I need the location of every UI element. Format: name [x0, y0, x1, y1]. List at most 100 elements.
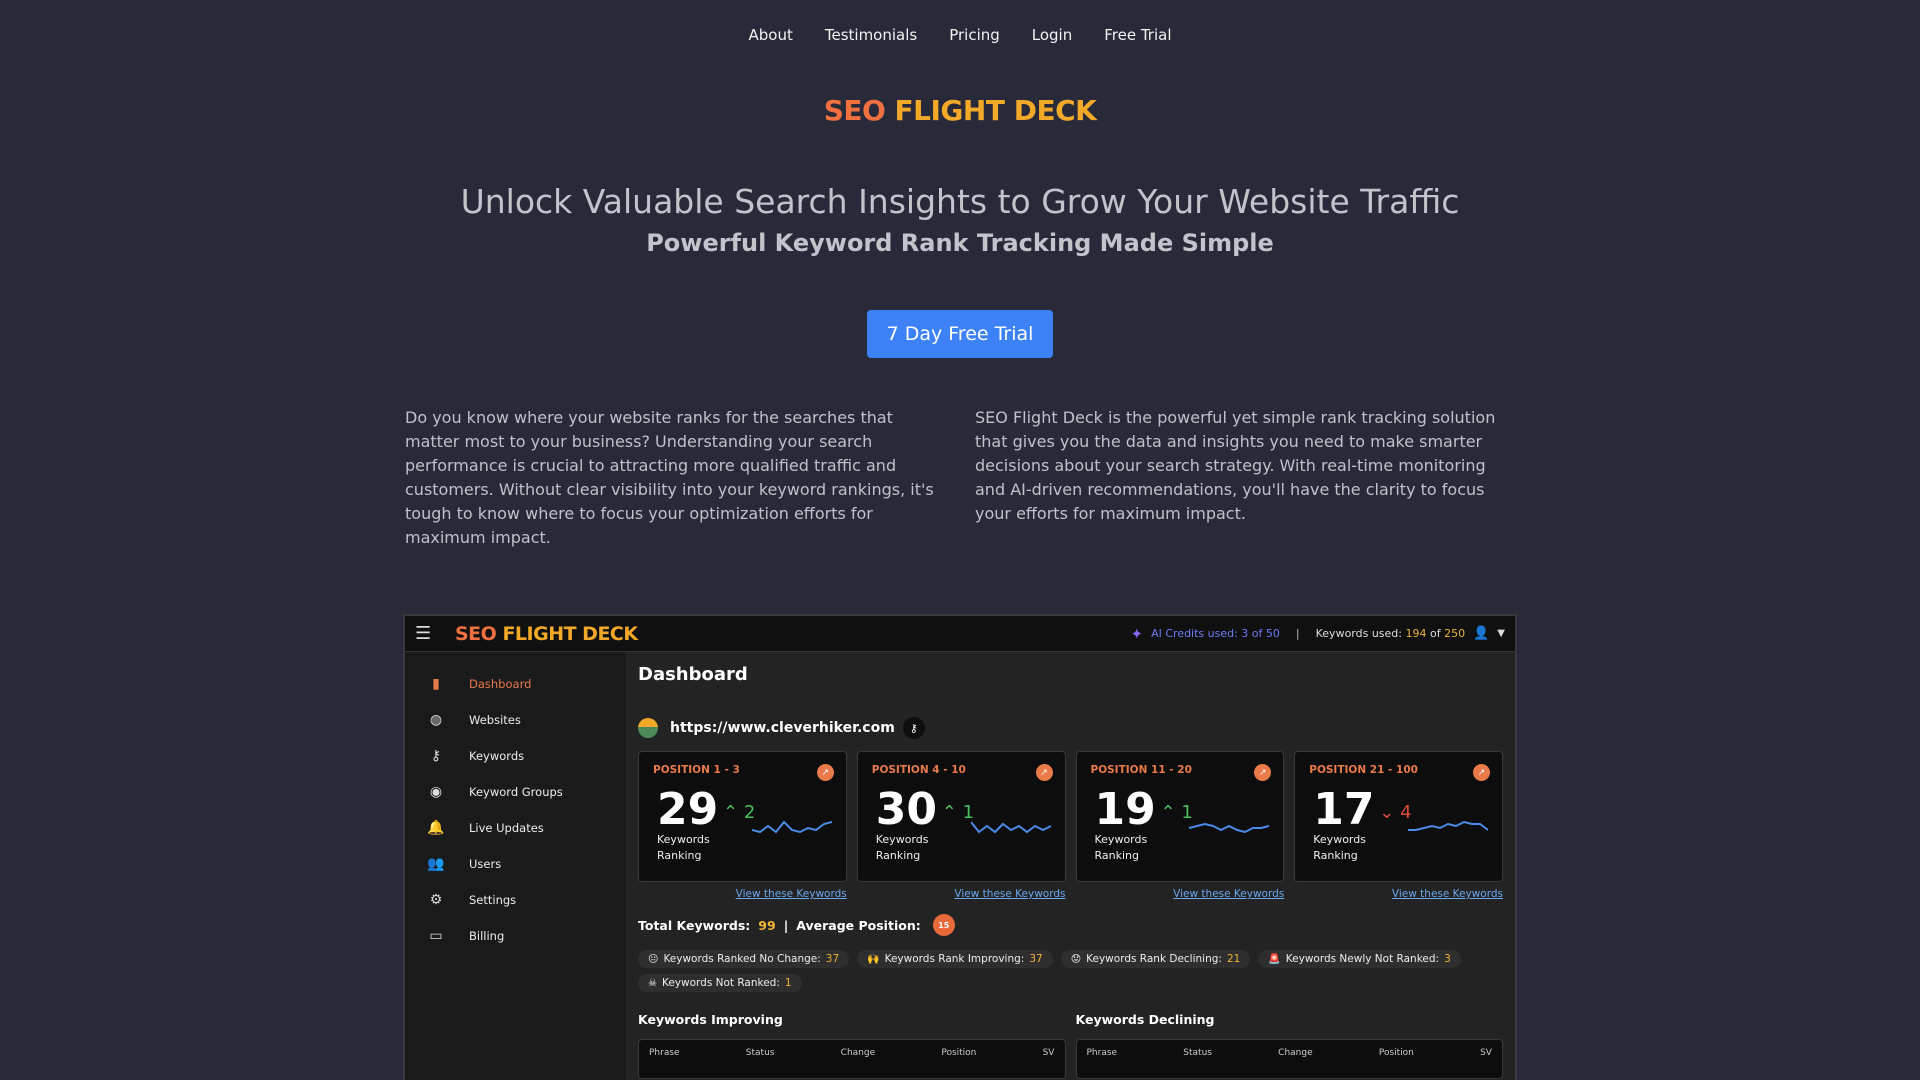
card-delta: ⌃ 1 — [1161, 802, 1193, 823]
chip-newly-not-ranked[interactable]: 🚨 Keywords Newly Not Ranked: 3 — [1258, 950, 1461, 968]
skull-icon: ☠ — [648, 977, 657, 989]
column-header[interactable]: Phrase — [649, 1048, 680, 1070]
position-card-1-3: POSITION 1 - 3 ↗ 29 ⌃ 2 Keywords Ranking… — [638, 751, 847, 900]
column-header[interactable]: Change — [841, 1048, 875, 1070]
sidebar-item-label: Live Updates — [469, 821, 544, 835]
key-icon[interactable]: ⚷ — [902, 717, 925, 739]
trend-icon[interactable]: ↗ — [1254, 764, 1272, 781]
hero-subhead: Powerful Keyword Rank Tracking Made Simp… — [646, 229, 1274, 257]
nav-testimonials-link[interactable]: Testimonials — [825, 26, 917, 44]
brand-logo[interactable]: SEO FLIGHT DECK — [0, 94, 1920, 127]
view-keywords-link[interactable]: View these Keywords — [1294, 888, 1503, 900]
sidebar-item-billing[interactable]: ▭ Billing — [405, 918, 626, 954]
sidebar-item-label: Billing — [469, 929, 505, 943]
menu-icon[interactable]: ☰ — [415, 623, 441, 644]
hero-headline: Unlock Valuable Search Insights to Grow … — [460, 182, 1460, 221]
sidebar-item-label: Settings — [469, 893, 517, 907]
column-header[interactable]: SV — [1043, 1048, 1055, 1070]
position-card: POSITION 1 - 3 ↗ 29 ⌃ 2 Keywords Ranking — [638, 751, 847, 882]
card-delta: ⌃ 1 — [942, 802, 974, 823]
list-title: Keywords Declining — [1075, 1012, 1215, 1027]
sidebar-item-settings[interactable]: ⚙ Settings — [405, 882, 626, 918]
bell-icon: 🔔 — [427, 820, 445, 836]
card-icon: ▭ — [429, 928, 443, 944]
position-card: POSITION 21 - 100 ↗ 17 ⌄ 4 Keywords Rank… — [1294, 751, 1503, 882]
chip-value: 1 — [784, 977, 792, 989]
sidebar-item-keywords[interactable]: ⚷ Keywords — [405, 738, 626, 774]
dashboard-main: Dashboard https://www.cleverhiker.com ⚷ … — [626, 652, 1515, 1080]
column-header[interactable]: Status — [1183, 1048, 1212, 1070]
app-screenshot: ☰ SEO FLIGHT DECK ✦ AI Credits used: 3 o… — [403, 614, 1517, 1080]
site-row: https://www.cleverhiker.com ⚷ — [638, 717, 1503, 739]
sidebar-item-users[interactable]: 👥 Users — [405, 846, 626, 882]
card-count: 30 — [875, 784, 937, 835]
app-header: ☰ SEO FLIGHT DECK ✦ AI Credits used: 3 o… — [405, 616, 1515, 652]
chip-label: Keywords Ranked No Change: — [663, 953, 821, 965]
sidebar-item-keyword-groups[interactable]: ◉ Keyword Groups — [405, 774, 626, 810]
arrow-up-icon: ⌃ — [723, 802, 739, 823]
column-header[interactable]: Status — [746, 1048, 775, 1070]
view-keywords-link[interactable]: View these Keywords — [857, 888, 1065, 900]
sidebar-item-live-updates[interactable]: 🔔 Live Updates — [405, 810, 626, 846]
trend-icon[interactable]: ↗ — [816, 764, 834, 781]
totals-row: Total Keywords: 99 | Average Position: 1… — [638, 914, 1503, 936]
card-label: POSITION 11 - 20 — [1090, 764, 1192, 776]
keywords-used-label: Keywords used: — [1315, 627, 1402, 640]
totals-divider: | — [783, 917, 789, 933]
card-label: POSITION 1 - 3 — [653, 764, 740, 776]
site-favicon — [638, 718, 658, 738]
chip-declining[interactable]: 😟 Keywords Rank Declining: 21 — [1060, 950, 1251, 968]
chip-value: 21 — [1226, 953, 1241, 965]
card-subtitle: Keywords Ranking — [875, 833, 929, 862]
neutral-face-icon: 😐 — [648, 953, 659, 965]
view-keywords-link[interactable]: View these Keywords — [638, 888, 847, 900]
keywords-used-of: of — [1430, 627, 1441, 640]
position-card: POSITION 4 - 10 ↗ 30 ⌃ 1 Keywords Rankin… — [856, 751, 1066, 882]
total-keywords-value: 99 — [758, 917, 776, 933]
column-header[interactable]: SV — [1480, 1048, 1492, 1070]
column-header[interactable]: Phrase — [1087, 1048, 1118, 1070]
chip-label: Keywords Rank Declining: — [1086, 953, 1222, 965]
view-keywords-link[interactable]: View these Keywords — [1076, 888, 1284, 900]
worried-face-icon: 😟 — [1070, 953, 1082, 965]
app-header-status: ✦ AI Credits used: 3 of 50 | Keywords us… — [1131, 625, 1506, 643]
user-icon[interactable]: 👤 — [1473, 626, 1489, 641]
nav-pricing-link[interactable]: Pricing — [949, 26, 1000, 44]
siren-icon: 🚨 — [1268, 953, 1281, 965]
keywords-declining-panel: Keywords Declining Phrase Status Change … — [1075, 1012, 1503, 1079]
nav-free-trial-link[interactable]: Free Trial — [1104, 26, 1171, 44]
card-subtitle: Keywords Ranking — [1313, 833, 1366, 862]
chip-improving[interactable]: 🙌 Keywords Rank Improving: 37 — [857, 950, 1053, 968]
list-table-header: Phrase Status Change Position SV — [638, 1039, 1066, 1079]
logo-flight-deck-text: FLIGHT DECK — [894, 94, 1097, 127]
chip-value: 3 — [1444, 953, 1451, 965]
card-count: 29 — [657, 784, 719, 835]
column-header[interactable]: Position — [1379, 1048, 1414, 1070]
sparkline — [751, 820, 832, 834]
column-header[interactable]: Change — [1278, 1048, 1312, 1070]
trend-icon[interactable]: ↗ — [1473, 764, 1490, 781]
chip-label: Keywords Rank Improving: — [884, 953, 1025, 965]
top-nav: About Testimonials Pricing Login Free Tr… — [0, 26, 1920, 44]
dashboard-title: Dashboard — [638, 664, 748, 685]
gear-icon: ⚙ — [429, 892, 443, 908]
card-label: POSITION 4 - 10 — [871, 764, 966, 776]
trend-icon[interactable]: ↗ — [1035, 764, 1053, 781]
free-trial-button[interactable]: 7 Day Free Trial — [867, 310, 1053, 358]
nav-about-link[interactable]: About — [749, 26, 793, 44]
sidebar-item-label: Keywords — [469, 749, 525, 763]
chip-no-change[interactable]: 😐 Keywords Ranked No Change: 37 — [638, 950, 850, 968]
keywords-used-text: Keywords used: 194 of 250 — [1316, 627, 1465, 640]
intro-paragraph-left: Do you know where your website ranks for… — [405, 408, 934, 547]
sidebar-item-dashboard[interactable]: ▮ Dashboard — [405, 666, 626, 702]
site-url[interactable]: https://www.cleverhiker.com — [670, 720, 895, 736]
nav-login-link[interactable]: Login — [1032, 26, 1072, 44]
chevron-down-icon[interactable]: ▼ — [1497, 628, 1505, 639]
chip-not-ranked[interactable]: ☠ Keywords Not Ranked: 1 — [638, 974, 802, 992]
position-card: POSITION 11 - 20 ↗ 19 ⌃ 1 Keywords Ranki… — [1075, 751, 1285, 882]
users-icon: 👥 — [427, 856, 445, 872]
keyword-status-chips: 😐 Keywords Ranked No Change: 37 🙌 Keywor… — [638, 950, 1498, 992]
column-header[interactable]: Position — [941, 1048, 976, 1070]
position-card-21-100: POSITION 21 - 100 ↗ 17 ⌄ 4 Keywords Rank… — [1294, 751, 1503, 900]
sidebar-item-websites[interactable]: ◍ Websites — [405, 702, 626, 738]
